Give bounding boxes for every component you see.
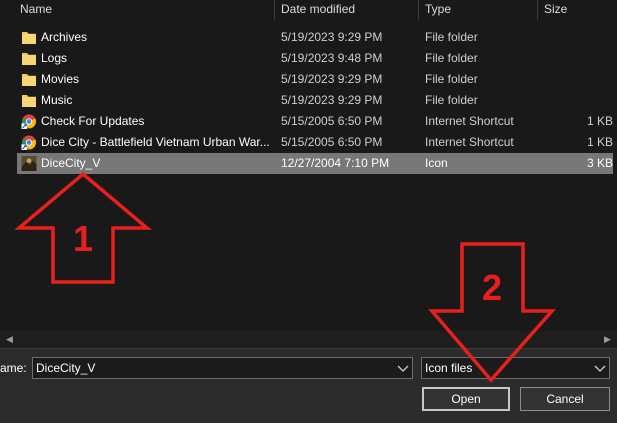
horizontal-scrollbar[interactable]	[0, 331, 617, 348]
file-date: 5/19/2023 9:29 PM	[281, 93, 383, 107]
file-size	[541, 48, 613, 69]
file-size: 3 KB	[586, 156, 613, 170]
file-row-archives[interactable]: Archives 5/19/2023 9:29 PM File folder	[17, 27, 613, 48]
file-date: 5/19/2023 9:29 PM	[281, 30, 383, 44]
file-date: 5/19/2023 9:48 PM	[281, 51, 383, 65]
file-row-dicecity-v[interactable]: DiceCity_V 12/27/2004 7:10 PM Icon 3 KB	[17, 153, 613, 174]
file-date: 12/27/2004 7:10 PM	[281, 156, 390, 170]
file-type: File folder	[425, 72, 478, 86]
scroll-right-icon[interactable]: ▶	[604, 334, 611, 344]
file-type: File folder	[425, 30, 478, 44]
folder-icon	[22, 32, 36, 44]
file-date: 5/15/2005 6:50 PM	[281, 135, 383, 149]
file-date: 5/15/2005 6:50 PM	[281, 114, 383, 128]
folder-icon	[22, 74, 36, 86]
file-date: 5/19/2023 9:29 PM	[281, 72, 383, 86]
file-name: Movies	[41, 72, 80, 86]
column-header-size[interactable]: Size	[538, 0, 617, 20]
file-type-value: Icon files	[425, 361, 473, 375]
file-size: 1 KB	[586, 135, 613, 149]
game-icon-file-icon	[21, 156, 37, 171]
chevron-down-icon[interactable]	[397, 363, 409, 373]
column-header-type[interactable]: Type	[419, 0, 537, 20]
file-name: Dice City - Battlefield Vietnam Urban Wa…	[41, 135, 270, 149]
file-type-select[interactable]: Icon files	[421, 357, 610, 379]
cancel-button[interactable]: Cancel	[520, 387, 610, 411]
file-type: File folder	[425, 93, 478, 107]
annotation-label-1: 1	[73, 218, 93, 259]
file-size	[541, 27, 613, 48]
chrome-shortcut-icon	[21, 114, 37, 129]
column-header-date-modified[interactable]: Date modified	[275, 0, 418, 20]
column-header-name[interactable]: Name	[14, 0, 274, 20]
file-name: DiceCity_V	[41, 156, 101, 170]
file-name: Archives	[41, 30, 88, 44]
file-name-input[interactable]: DiceCity_V	[36, 358, 95, 378]
open-button[interactable]: Open	[422, 387, 510, 411]
annotation-label-2: 2	[482, 267, 502, 308]
chevron-down-icon[interactable]	[594, 363, 606, 373]
folder-icon	[22, 95, 36, 107]
file-type: File folder	[425, 51, 478, 65]
file-size: 1 KB	[586, 114, 613, 128]
file-name-combobox[interactable]: DiceCity_V	[32, 357, 413, 379]
file-type: Icon	[425, 156, 448, 170]
file-row-dice-city-shortcut[interactable]: Dice City - Battlefield Vietnam Urban Wa…	[17, 132, 613, 153]
file-name: Logs	[41, 51, 68, 65]
chrome-shortcut-icon	[21, 135, 37, 150]
file-row-music[interactable]: Music 5/19/2023 9:29 PM File folder	[17, 90, 613, 111]
annotation-arrow-up	[14, 171, 152, 284]
file-row-logs[interactable]: Logs 5/19/2023 9:48 PM File folder	[17, 48, 613, 69]
column-header: Name Date modified Type Size	[0, 0, 617, 20]
file-size	[541, 90, 613, 111]
file-row-movies[interactable]: Movies 5/19/2023 9:29 PM File folder	[17, 69, 613, 90]
file-size	[541, 69, 613, 90]
file-name-label: ame:	[0, 361, 27, 375]
file-row-check-for-updates[interactable]: Check For Updates 5/15/2005 6:50 PM Inte…	[17, 111, 613, 132]
file-name: Check For Updates	[41, 114, 145, 128]
file-type: Internet Shortcut	[425, 114, 514, 128]
file-type: Internet Shortcut	[425, 135, 514, 149]
scroll-left-icon[interactable]: ◀	[6, 334, 13, 344]
file-name: Music	[41, 93, 73, 107]
folder-icon	[22, 53, 36, 65]
